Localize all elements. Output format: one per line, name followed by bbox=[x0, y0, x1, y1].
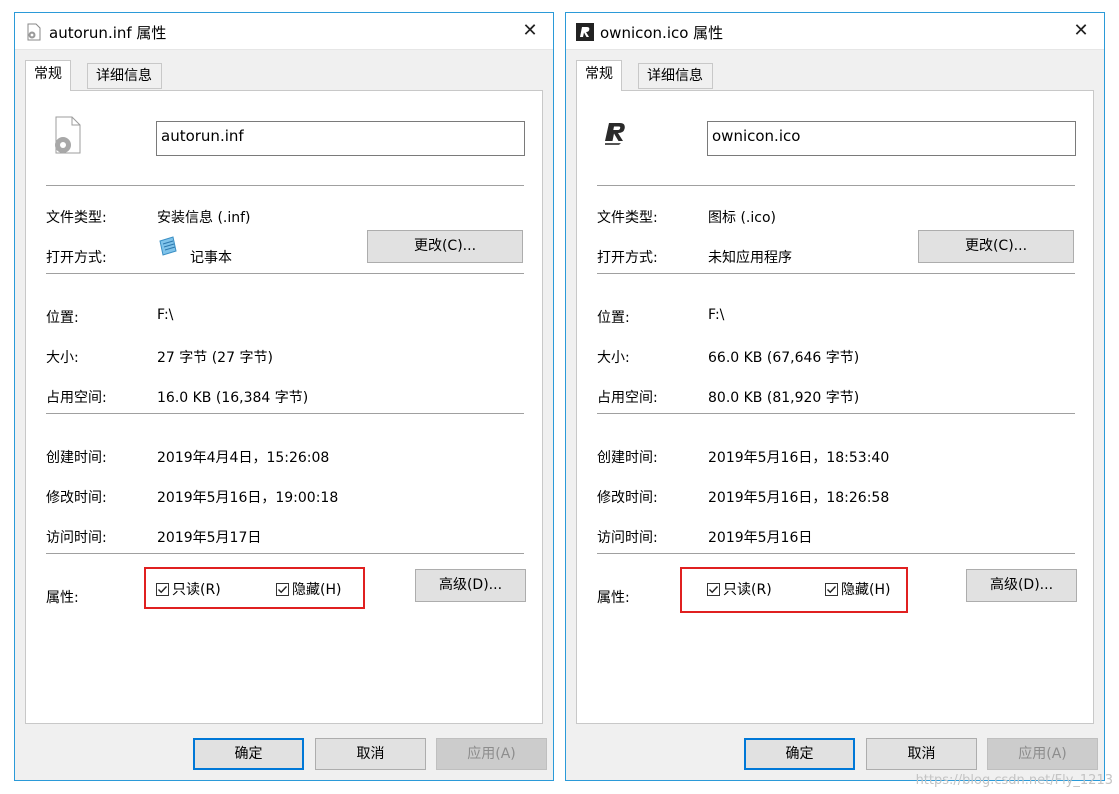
created-label: 创建时间: bbox=[597, 450, 658, 466]
checkmark-icon bbox=[707, 583, 720, 596]
disk-size-label: 占用空间: bbox=[46, 390, 107, 406]
readonly-checkbox[interactable]: 只读(R) bbox=[156, 579, 221, 599]
apply-button[interactable]: 应用(A) bbox=[436, 738, 547, 770]
apply-button[interactable]: 应用(A) bbox=[987, 738, 1098, 770]
change-button[interactable]: 更改(C)... bbox=[367, 230, 523, 263]
size-value: 66.0 KB (67,646 字节) bbox=[708, 350, 860, 366]
tab-details[interactable]: 详细信息 bbox=[638, 63, 713, 89]
modified-value: 2019年5月16日，18:26:58 bbox=[708, 490, 890, 506]
cancel-button[interactable]: 取消 bbox=[315, 738, 426, 770]
settings-file-icon bbox=[25, 23, 43, 41]
properties-dialog-autorun: autorun.inf 属性 ✕ 常规 详细信息 autorun.inf 文件类… bbox=[14, 12, 554, 781]
divider bbox=[46, 185, 524, 186]
modified-label: 修改时间: bbox=[46, 490, 107, 506]
divider bbox=[46, 413, 524, 414]
divider bbox=[597, 413, 1075, 414]
readonly-label: 只读(R) bbox=[723, 582, 772, 598]
advanced-button[interactable]: 高级(D)... bbox=[966, 569, 1077, 602]
divider bbox=[46, 273, 524, 274]
filename-input[interactable]: autorun.inf bbox=[156, 121, 525, 156]
divider bbox=[597, 553, 1075, 554]
change-button[interactable]: 更改(C)... bbox=[918, 230, 1074, 263]
created-value: 2019年4月4日，15:26:08 bbox=[157, 450, 330, 466]
open-with-value: 未知应用程序 bbox=[708, 250, 792, 266]
settings-file-icon bbox=[46, 115, 86, 155]
open-with-value: 记事本 bbox=[190, 250, 232, 266]
window-title: ownicon.ico 属性 bbox=[600, 24, 724, 42]
disk-size-value: 16.0 KB (16,384 字节) bbox=[157, 390, 309, 406]
accessed-value: 2019年5月17日 bbox=[157, 530, 262, 546]
general-panel: autorun.inf 文件类型: 安装信息 (.inf) 打开方式: 记事本 … bbox=[25, 90, 543, 724]
divider bbox=[46, 553, 524, 554]
hidden-checkbox[interactable]: 隐藏(H) bbox=[276, 579, 341, 599]
divider bbox=[597, 185, 1075, 186]
accessed-value: 2019年5月16日 bbox=[708, 530, 813, 546]
hidden-label: 隐藏(H) bbox=[841, 582, 891, 598]
type-value: 安装信息 (.inf) bbox=[157, 210, 251, 226]
location-label: 位置: bbox=[597, 310, 630, 326]
r-logo-icon bbox=[576, 23, 594, 41]
ok-button[interactable]: 确定 bbox=[193, 738, 304, 770]
title-bar[interactable]: autorun.inf 属性 ✕ bbox=[15, 13, 553, 50]
title-bar[interactable]: ownicon.ico 属性 ✕ bbox=[566, 13, 1104, 50]
location-label: 位置: bbox=[46, 310, 79, 326]
modified-label: 修改时间: bbox=[597, 490, 658, 506]
size-label: 大小: bbox=[597, 350, 630, 366]
filename-input[interactable]: ownicon.ico bbox=[707, 121, 1076, 156]
open-with-label: 打开方式: bbox=[46, 250, 107, 266]
properties-dialog-ownicon: ownicon.ico 属性 ✕ 常规 详细信息 ownicon.ico 文件类… bbox=[565, 12, 1105, 781]
general-panel: ownicon.ico 文件类型: 图标 (.ico) 打开方式: 未知应用程序… bbox=[576, 90, 1094, 724]
readonly-checkbox[interactable]: 只读(R) bbox=[707, 579, 772, 599]
location-value: F:\ bbox=[708, 307, 725, 323]
window-title: autorun.inf 属性 bbox=[49, 24, 167, 42]
accessed-label: 访问时间: bbox=[597, 530, 658, 546]
open-with-label: 打开方式: bbox=[597, 250, 658, 266]
created-label: 创建时间: bbox=[46, 450, 107, 466]
accessed-label: 访问时间: bbox=[46, 530, 107, 546]
tab-general[interactable]: 常规 bbox=[25, 60, 71, 91]
type-label: 文件类型: bbox=[46, 210, 107, 226]
created-value: 2019年5月16日，18:53:40 bbox=[708, 450, 890, 466]
size-value: 27 字节 (27 字节) bbox=[157, 350, 273, 366]
checkmark-icon bbox=[156, 583, 169, 596]
close-icon[interactable]: ✕ bbox=[507, 13, 553, 49]
hidden-checkbox[interactable]: 隐藏(H) bbox=[825, 579, 890, 599]
readonly-label: 只读(R) bbox=[172, 582, 221, 598]
location-value: F:\ bbox=[157, 307, 174, 323]
disk-size-label: 占用空间: bbox=[597, 390, 658, 406]
cancel-button[interactable]: 取消 bbox=[866, 738, 977, 770]
disk-size-value: 80.0 KB (81,920 字节) bbox=[708, 390, 860, 406]
size-label: 大小: bbox=[46, 350, 79, 366]
watermark: https://blog.csdn.net/Fly_1213 bbox=[915, 773, 1113, 788]
r-logo-icon bbox=[597, 115, 637, 155]
checkmark-icon bbox=[276, 583, 289, 596]
close-icon[interactable]: ✕ bbox=[1058, 13, 1104, 49]
advanced-button[interactable]: 高级(D)... bbox=[415, 569, 526, 602]
type-value: 图标 (.ico) bbox=[708, 210, 776, 226]
divider bbox=[597, 273, 1075, 274]
type-label: 文件类型: bbox=[597, 210, 658, 226]
attributes-label: 属性: bbox=[46, 590, 79, 606]
ok-button[interactable]: 确定 bbox=[744, 738, 855, 770]
modified-value: 2019年5月16日，19:00:18 bbox=[157, 490, 339, 506]
tab-general[interactable]: 常规 bbox=[576, 60, 622, 91]
tab-details[interactable]: 详细信息 bbox=[87, 63, 162, 89]
attributes-label: 属性: bbox=[597, 590, 630, 606]
notepad-icon bbox=[157, 235, 179, 257]
hidden-label: 隐藏(H) bbox=[292, 582, 342, 598]
checkmark-icon bbox=[825, 583, 838, 596]
